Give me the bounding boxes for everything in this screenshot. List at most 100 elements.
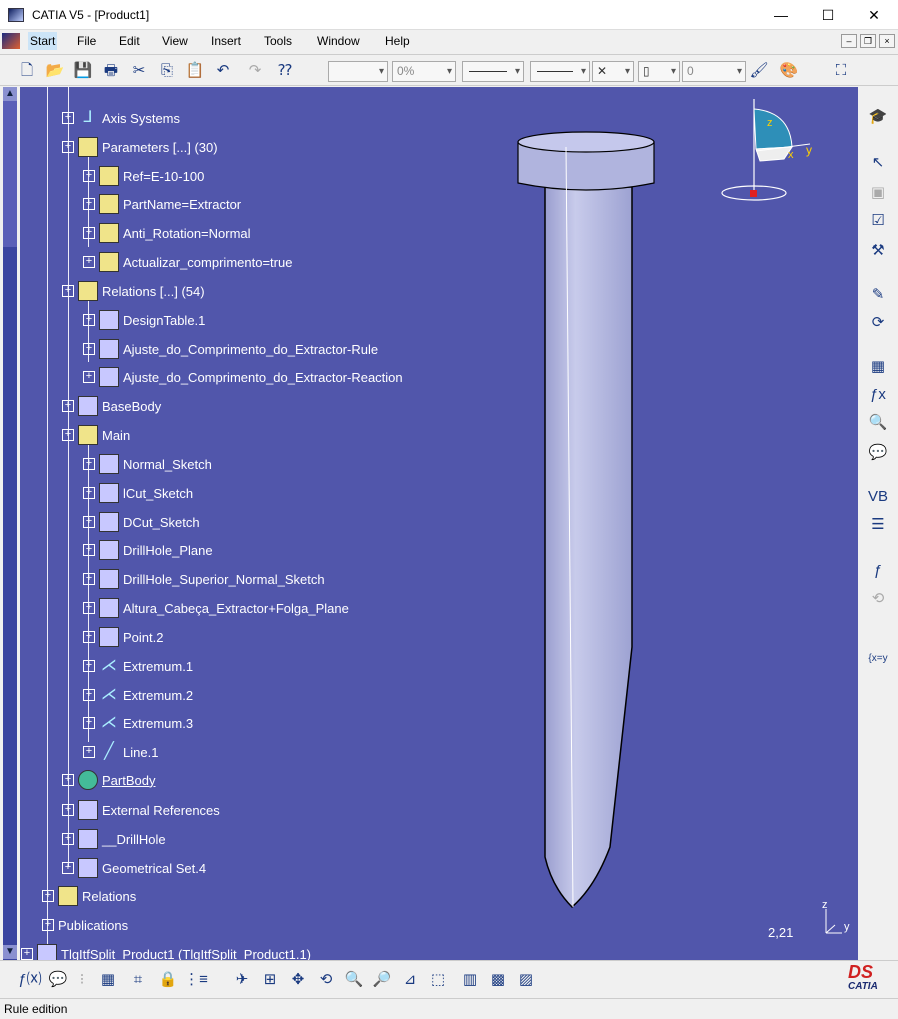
expand-icon[interactable]: + (62, 774, 74, 786)
expand-icon[interactable]: + (83, 256, 95, 268)
print-icon[interactable]: 🖶 (100, 61, 122, 81)
tree-node[interactable]: + lCut_Sketch (83, 482, 193, 504)
scrollbar-thumb[interactable] (3, 247, 17, 967)
line-type-combo[interactable]: ▾ (530, 61, 590, 82)
expand-icon[interactable]: + (62, 285, 74, 297)
expand-icon[interactable]: + (83, 227, 95, 239)
zoom-out-icon[interactable]: 🔎 (370, 969, 394, 991)
expand-icon[interactable]: + (83, 198, 95, 210)
tree-node[interactable]: + Ajuste_do_Comprimento_do_Extractor-Rule (83, 338, 378, 360)
tools-icon[interactable]: ⚒ (866, 240, 890, 262)
line-thickness-combo[interactable]: ▾ (462, 61, 524, 82)
expand-icon[interactable]: + (83, 371, 95, 383)
shading-icon[interactable]: ▥ (458, 969, 482, 991)
catia-menu-logo-icon[interactable] (2, 33, 20, 49)
parameters-toolbar-icon[interactable]: ▦ (866, 356, 890, 378)
close-button[interactable]: ✕ (864, 6, 884, 24)
tree-node[interactable]: + ⋌ Extremum.3 (83, 712, 193, 734)
expand-icon[interactable]: + (83, 314, 95, 326)
tree-node[interactable]: + ⋌ Extremum.1 (83, 655, 193, 677)
knowledge-icon[interactable]: 🎓 (866, 106, 890, 128)
expand-icon[interactable]: + (83, 458, 95, 470)
redo-icon[interactable]: ↷ (244, 61, 266, 81)
menu-help[interactable]: Help (385, 34, 410, 48)
expand-icon[interactable]: + (83, 573, 95, 585)
fly-icon[interactable]: ✈ (230, 969, 254, 991)
cut-icon[interactable]: ✂ (128, 61, 150, 81)
tree-node[interactable]: + Publications (42, 914, 128, 936)
tree-node[interactable]: + DCut_Sketch (83, 511, 200, 533)
search-icon[interactable]: 🔍 (866, 412, 890, 434)
annotation-icon[interactable]: ✎ (866, 284, 890, 306)
tree-node[interactable]: + External References (62, 799, 220, 821)
expand-icon[interactable]: + (42, 890, 54, 902)
undo-icon[interactable]: ↶ (212, 61, 234, 81)
tree-node[interactable]: + Relations [...] (54) (62, 280, 205, 302)
iso-view-icon[interactable]: ⬚ (426, 969, 450, 991)
tree-node[interactable]: + Anti_Rotation=Normal (83, 222, 251, 244)
expand-icon[interactable]: + (62, 833, 74, 845)
tree-node[interactable]: + TlgItfSplit_Product1 (TlgItfSplit_Produ… (21, 943, 311, 960)
expand-icon[interactable]: + (83, 631, 95, 643)
reaction-toolbar-icon[interactable]: ⟲ (866, 588, 890, 610)
expand-icon[interactable]: + (62, 862, 74, 874)
tree-node[interactable]: + Ajuste_do_Comprimento_do_Extractor-Reac… (83, 366, 403, 388)
expand-icon[interactable]: + (62, 141, 74, 153)
zoom-in-icon[interactable]: 🔍 (342, 969, 366, 991)
tree-node[interactable]: + Parameters [...] (30) (62, 136, 218, 158)
rule-bottom-icon[interactable]: ⁝ (70, 969, 94, 991)
expand-icon[interactable]: + (83, 170, 95, 182)
color-combo[interactable]: ▾ (328, 61, 388, 82)
layer-combo[interactable]: 0 ▾ (682, 61, 746, 82)
swap-visible-icon[interactable]: ▨ (514, 969, 538, 991)
rotate-icon[interactable]: ⟳ (866, 312, 890, 334)
design-table-bottom-icon[interactable]: ▦ (96, 969, 120, 991)
menu-edit[interactable]: Edit (119, 34, 140, 48)
tree-node[interactable]: + PartName=Extractor (83, 193, 241, 215)
tree-node[interactable]: + ⅃ Axis Systems (62, 107, 180, 129)
3d-viewport[interactable]: z y x 2,21 z y + ⅃ Axis Systems + Parameters… (20, 87, 858, 960)
check-icon[interactable]: ☑ (866, 210, 890, 232)
lock-icon[interactable]: 🔒 (156, 969, 180, 991)
fog-icon[interactable]: ▣ (866, 182, 890, 204)
expand-icon[interactable]: + (83, 602, 95, 614)
expand-icon[interactable]: + (83, 343, 95, 355)
menu-window[interactable]: Window (317, 34, 360, 48)
tree-node[interactable]: + Relations (42, 885, 136, 907)
tree-node[interactable]: + ╱ Line.1 (83, 741, 158, 763)
layer-filter-combo[interactable]: ▯ ▾ (638, 61, 680, 82)
menu-file[interactable]: File (77, 34, 96, 48)
expand-icon[interactable]: + (62, 400, 74, 412)
point-type-combo[interactable]: ✕ ▾ (592, 61, 634, 82)
paste-icon[interactable]: 📋 (184, 61, 206, 81)
expand-icon[interactable]: + (83, 516, 95, 528)
list-icon[interactable]: ⋮≡ (184, 969, 208, 991)
document-close-button[interactable]: × (879, 34, 895, 48)
structure-icon[interactable]: ⌗ (126, 969, 150, 991)
tree-node[interactable]: + DrillHole_Superior_Normal_Sketch (83, 568, 325, 590)
rotate-view-icon[interactable]: ⟲ (314, 969, 338, 991)
format-painter-icon[interactable]: 🖌 (748, 61, 770, 81)
expand-icon[interactable]: + (62, 804, 74, 816)
scroll-up-icon[interactable]: ▲ (3, 87, 17, 101)
expand-icon[interactable]: + (83, 717, 95, 729)
expand-icon[interactable]: + (83, 487, 95, 499)
document-restore-button[interactable]: ❐ (860, 34, 876, 48)
tree-node[interactable]: + DrillHole_Plane (83, 539, 213, 561)
maximize-button[interactable]: ☐ (818, 6, 838, 24)
tree-node[interactable]: + Geometrical Set.4 (62, 857, 206, 879)
open-icon[interactable]: 📂 (44, 61, 66, 81)
minimize-button[interactable]: — (771, 6, 791, 24)
tree-scrollbar[interactable]: ▲ ▼ (3, 87, 17, 967)
vb-icon[interactable]: VB (866, 486, 890, 508)
menu-view[interactable]: View (162, 34, 188, 48)
fit-all-icon[interactable]: ⊞ (258, 969, 282, 991)
hide-show-icon[interactable]: ▩ (486, 969, 510, 991)
select-icon[interactable]: ↖ (866, 152, 890, 174)
whats-this-icon[interactable]: ⁇ (274, 61, 296, 81)
formula-icon[interactable]: ƒx (866, 384, 890, 406)
expand-icon[interactable]: + (83, 544, 95, 556)
expand-icon[interactable]: + (62, 112, 74, 124)
menu-insert[interactable]: Insert (211, 34, 241, 48)
save-icon[interactable]: 💾 (72, 61, 94, 81)
